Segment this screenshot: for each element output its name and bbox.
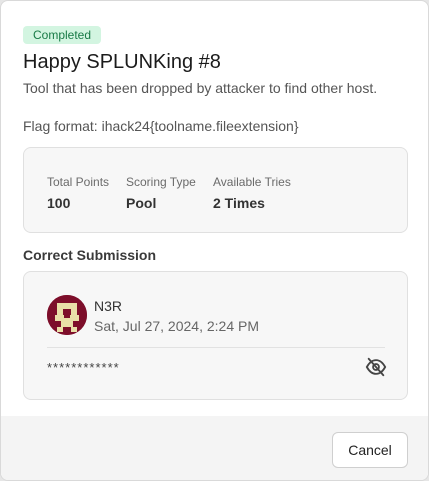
submission-card: N3R Sat, Jul 27, 2024, 2:24 PM *********… — [23, 271, 408, 400]
flag-format-text: Flag format: ihack24{toolname.fileextens… — [23, 118, 299, 134]
modal-footer: Cancel — [1, 416, 428, 480]
pixel-avatar-icon — [47, 295, 87, 335]
eye-slash-icon[interactable] — [365, 356, 387, 378]
challenge-description: Tool that has been dropped by attacker t… — [23, 80, 378, 96]
stat-available-tries: Available Tries 2 Times — [213, 175, 291, 211]
stat-value: 100 — [47, 195, 71, 211]
stat-value: 2 Times — [213, 195, 265, 211]
avatar — [47, 295, 87, 335]
stat-label: Available Tries — [213, 175, 291, 189]
correct-submission-heading: Correct Submission — [23, 247, 157, 263]
stat-label: Scoring Type — [126, 175, 196, 189]
cancel-button[interactable]: Cancel — [332, 432, 408, 468]
status-badge: Completed — [23, 26, 102, 44]
submission-date: Sat, Jul 27, 2024, 2:24 PM — [94, 318, 259, 334]
divider — [47, 347, 385, 348]
challenge-modal: Completed Happy SPLUNKing #8 Tool that h… — [0, 0, 429, 481]
stat-label: Total Points — [47, 175, 110, 189]
challenge-title: Happy SPLUNKing #8 — [23, 51, 221, 73]
masked-flag: ************ — [47, 360, 120, 375]
stat-total-points: Total Points 100 — [47, 175, 109, 211]
submitter-name[interactable]: N3R — [94, 298, 122, 314]
stats-card: Total Points 100 Scoring Type Pool Avail… — [23, 147, 408, 233]
stat-value: Pool — [126, 195, 157, 211]
stat-scoring-type: Scoring Type Pool — [126, 175, 196, 211]
